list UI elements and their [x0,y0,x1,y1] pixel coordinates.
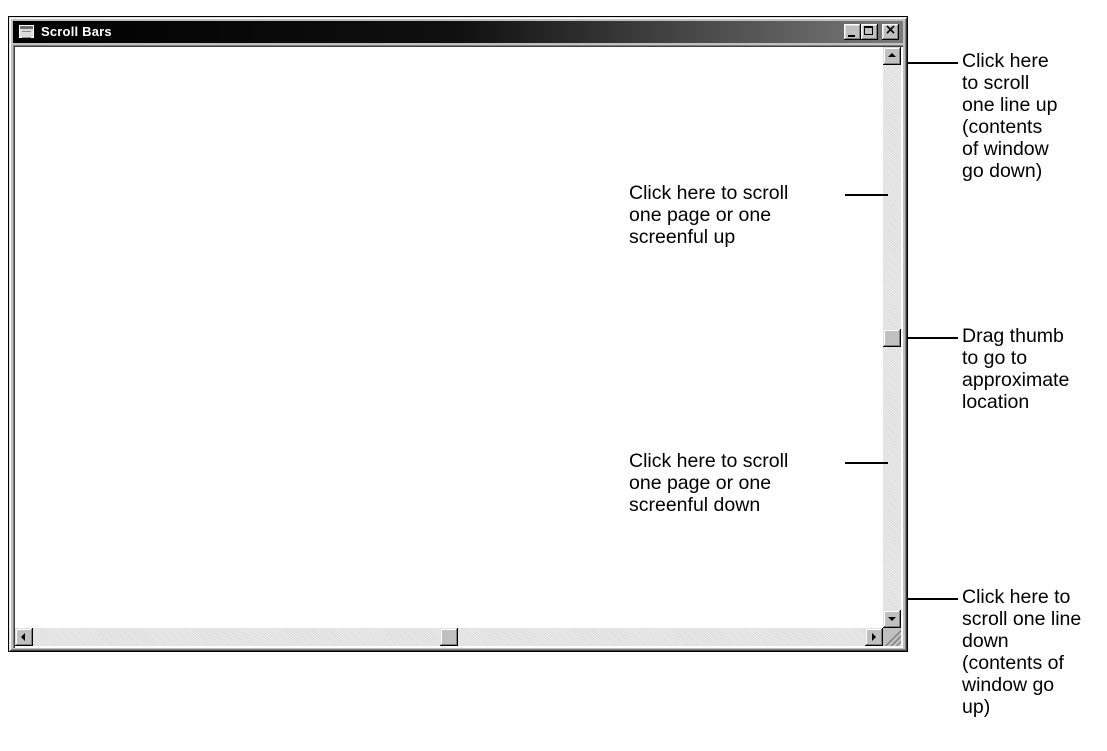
size-grip-icon[interactable] [883,628,901,646]
leader-page-down [845,462,888,464]
client-area [13,45,903,648]
callout-line-down: Click here to scroll one line down (cont… [962,586,1082,718]
scroll-down-button[interactable] [883,610,901,628]
callout-page-up: Click here to scroll one page or one scr… [629,182,789,248]
window-content[interactable] [15,47,883,628]
arrow-right-icon [872,633,876,641]
vertical-scroll-thumb[interactable] [883,328,901,347]
leader-line-down [908,598,958,600]
arrow-down-icon [888,617,896,621]
scroll-left-button[interactable] [15,628,33,646]
close-button[interactable]: × [882,22,899,40]
leader-line-up [908,62,958,64]
window-menu-icon[interactable] [19,25,34,38]
callout-line-up: Click here to scroll one line up (conten… [962,50,1058,182]
scroll-bars-window: Scroll Bars × [8,16,908,652]
maximize-button[interactable] [861,24,878,40]
title-bar[interactable]: Scroll Bars × [13,21,903,43]
arrow-left-icon [21,633,25,641]
arrow-up-icon [888,53,896,57]
close-icon: × [884,22,897,38]
window-title: Scroll Bars [41,24,112,39]
minimize-button[interactable] [844,24,861,40]
leader-thumb [908,337,958,339]
leader-page-up [845,194,888,196]
horizontal-scroll-thumb[interactable] [440,628,458,646]
callout-page-down: Click here to scroll one page or one scr… [629,450,789,516]
horizontal-scrollbar[interactable] [15,628,883,646]
callout-thumb: Drag thumb to go to approximate location [962,325,1070,413]
scroll-up-button[interactable] [883,47,901,65]
scroll-right-button[interactable] [865,628,883,646]
vertical-scrollbar[interactable] [883,47,901,628]
